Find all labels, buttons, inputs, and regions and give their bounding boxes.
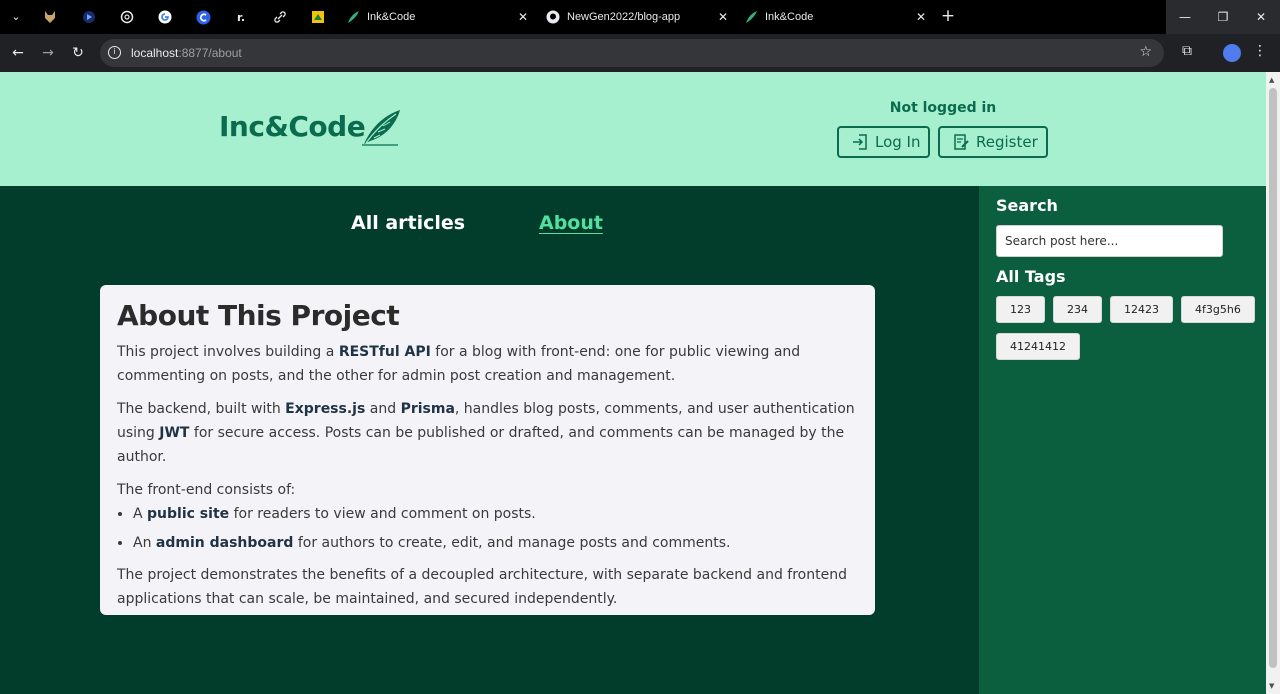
login-icon — [853, 134, 867, 150]
play-icon[interactable] — [79, 7, 99, 27]
auth-status: Not logged in — [889, 100, 997, 116]
google-icon[interactable] — [155, 7, 175, 27]
address-bar[interactable]: i localhost:8877/about ☆ — [100, 39, 1164, 67]
tag-button[interactable]: 12423 — [1110, 296, 1173, 323]
page-viewport: Inc&Code Not logged in Log In Register A… — [0, 72, 1266, 694]
register-button[interactable]: Register — [938, 126, 1048, 158]
browser-tab-strip: ⌄ r. Ink&Code ✕ NewGen2022/blog-app ✕ In… — [0, 0, 1280, 34]
extensions-icon[interactable]: ⧉ — [1177, 43, 1197, 59]
sidebar: Search All Tags 123 234 12423 4f3g5h6 41… — [979, 186, 1266, 694]
page-title: About This Project — [117, 299, 400, 332]
site-logo[interactable]: Inc&Code — [219, 110, 366, 143]
tab-title: Ink&Code — [765, 11, 814, 23]
tags-title: All Tags — [996, 267, 1066, 286]
tab-search-icon[interactable]: ⌄ — [6, 8, 26, 26]
about-paragraph-1: This project involves building a RESTful… — [117, 344, 801, 384]
site-header: Inc&Code Not logged in Log In Register — [0, 72, 1266, 186]
site-info-icon[interactable]: i — [108, 46, 121, 59]
feather-favicon-icon — [348, 11, 359, 23]
tag-list: 123 234 12423 4f3g5h6 41241412 — [996, 296, 1256, 360]
scroll-down-icon[interactable]: ▼ — [1269, 682, 1274, 690]
feather-logo-icon — [362, 110, 400, 146]
reload-icon[interactable]: ↻ — [68, 43, 88, 63]
minimize-button[interactable]: — — [1166, 0, 1204, 34]
feather-favicon-icon — [746, 11, 757, 23]
about-paragraph-3: The front-end consists of: — [117, 482, 296, 498]
browser-toolbar: ← → ↻ i localhost:8877/about ☆ ⧉ ⋮ — [0, 34, 1280, 72]
page-scrollbar[interactable]: ▲ ▼ — [1266, 72, 1280, 694]
close-window-button[interactable]: ✕ — [1242, 0, 1280, 34]
menu-kebab-icon[interactable]: ⋮ — [1250, 43, 1270, 59]
profile-avatar[interactable] — [1223, 44, 1241, 62]
tag-button[interactable]: 4f3g5h6 — [1181, 296, 1255, 323]
list-item: An admin dashboard for authors to create… — [133, 531, 858, 555]
search-title: Search — [996, 196, 1058, 215]
fox-icon[interactable] — [40, 7, 60, 27]
c-icon[interactable] — [193, 7, 213, 27]
tab-title: NewGen2022/blog-app — [567, 11, 681, 23]
tab-github[interactable]: NewGen2022/blog-app ✕ — [536, 0, 736, 34]
github-icon — [546, 10, 560, 24]
about-card: About This Project This project involves… — [100, 285, 875, 615]
r-icon[interactable]: r. — [231, 7, 251, 27]
main-content: All articles About About This Project Th… — [0, 186, 979, 694]
url-text[interactable]: localhost:8877/about — [131, 46, 242, 60]
login-button[interactable]: Log In — [837, 126, 930, 158]
search-input[interactable] — [996, 225, 1223, 257]
tab-inkcode-active[interactable]: Ink&Code ✕ — [734, 0, 934, 34]
nav-about[interactable]: About — [539, 212, 603, 234]
back-icon[interactable]: ← — [8, 43, 28, 63]
scrollbar-thumb[interactable] — [1269, 88, 1277, 668]
about-paragraph-2: The backend, built with Express.js and P… — [117, 401, 855, 465]
tab-title: Ink&Code — [367, 11, 416, 23]
tag-button[interactable]: 41241412 — [996, 333, 1080, 360]
forward-icon[interactable]: → — [38, 43, 58, 63]
close-tab-icon[interactable]: ✕ — [916, 10, 926, 24]
tag-button[interactable]: 123 — [996, 296, 1045, 323]
nav-all-articles[interactable]: All articles — [351, 212, 465, 234]
link-icon[interactable] — [270, 7, 290, 27]
openai-icon[interactable] — [117, 7, 137, 27]
list-item: A public site for readers to view and co… — [133, 502, 858, 526]
tab-inkcode-1[interactable]: Ink&Code ✕ — [336, 0, 536, 34]
new-tab-button[interactable]: + — [938, 6, 958, 26]
close-tab-icon[interactable]: ✕ — [718, 10, 728, 24]
about-paragraph-4: The project demonstrates the benefits of… — [117, 567, 847, 607]
tag-button[interactable]: 234 — [1053, 296, 1102, 323]
register-icon — [954, 134, 969, 150]
restore-button[interactable]: ❐ — [1204, 0, 1242, 34]
frontend-list: A public site for readers to view and co… — [133, 502, 858, 555]
bookmark-star-icon[interactable]: ☆ — [1139, 44, 1152, 60]
scroll-up-icon[interactable]: ▲ — [1269, 76, 1274, 84]
drive-icon[interactable] — [308, 7, 328, 27]
close-tab-icon[interactable]: ✕ — [518, 10, 528, 24]
